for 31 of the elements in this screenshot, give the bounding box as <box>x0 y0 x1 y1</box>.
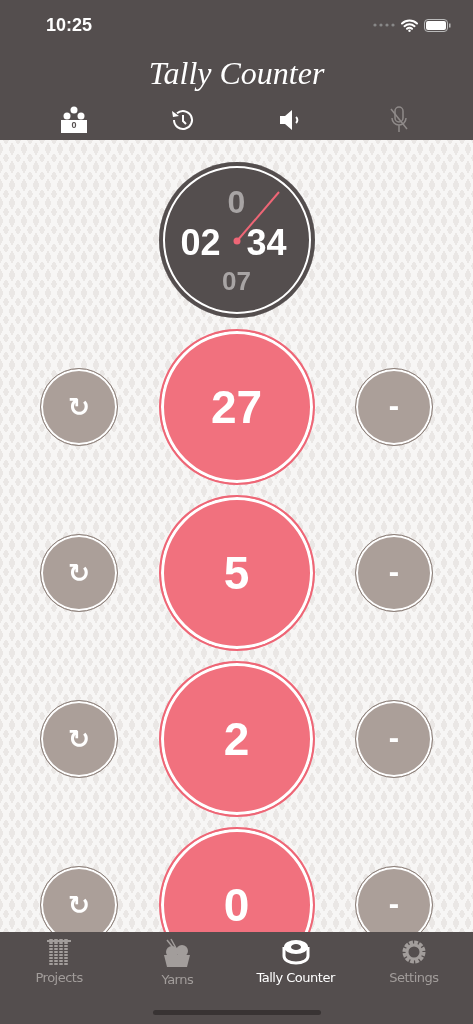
fraction-value: 07 <box>221 266 252 297</box>
reset-button[interactable]: ↻ <box>40 700 118 778</box>
hours-value: 0 <box>226 184 247 221</box>
wifi-icon <box>401 18 418 32</box>
seconds-value: 34 <box>246 222 287 264</box>
minutes-value: 02 <box>180 222 221 264</box>
reset-button[interactable]: ↻ <box>40 534 118 612</box>
reset-button[interactable]: ↻ <box>40 866 118 932</box>
tab-item[interactable]: Projects <box>35 938 83 987</box>
status-time: 10:25 <box>46 14 93 36</box>
decrement-button[interactable]: - <box>355 368 433 446</box>
reset-button[interactable]: ↻ <box>40 368 118 446</box>
history-icon <box>169 107 196 133</box>
counter-button[interactable]: 2 <box>158 661 315 817</box>
decrement-button[interactable]: - <box>355 700 433 778</box>
microphone-off-icon <box>387 106 410 134</box>
tab-item[interactable]: Tally Counter <box>256 938 335 987</box>
knitting-icon <box>45 938 74 966</box>
decrement-button[interactable]: - <box>355 534 433 612</box>
history-button[interactable] <box>169 107 196 133</box>
tab-item[interactable]: Settings <box>389 938 439 987</box>
tab-item[interactable]: Yarns <box>161 938 194 987</box>
screen-title: Tally Counter <box>148 54 325 93</box>
tape-measure-icon <box>280 938 311 966</box>
counter-button[interactable]: 5 <box>158 495 315 651</box>
counter-button[interactable]: 27 <box>158 329 315 485</box>
team-button[interactable]: 0 <box>59 106 90 134</box>
decrement-button[interactable]: - <box>355 866 433 932</box>
battery-icon <box>424 18 451 32</box>
counter-button[interactable]: 0 <box>158 827 315 932</box>
signal-icon <box>373 23 395 27</box>
